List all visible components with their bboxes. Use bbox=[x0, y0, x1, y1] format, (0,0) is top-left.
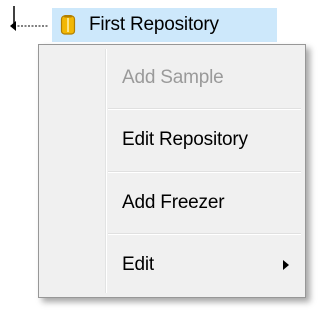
menu-separator bbox=[108, 171, 301, 173]
menu-item-label: Edit Repository bbox=[122, 129, 248, 150]
tree-node-label: First Repository bbox=[89, 14, 219, 35]
menu-item-label: Add Freezer bbox=[122, 192, 225, 213]
context-menu: Add Sample Edit Repository Add Freezer E… bbox=[38, 44, 306, 298]
menu-separator bbox=[108, 108, 301, 110]
menu-item-add-freezer[interactable]: Add Freezer bbox=[41, 174, 303, 232]
tree-node-first-repository[interactable]: First Repository bbox=[52, 8, 277, 42]
tree-connector-lines bbox=[10, 6, 48, 31]
menu-item-label: Edit bbox=[122, 254, 154, 275]
application-window: First Repository Add Sample Edit Reposit… bbox=[0, 0, 331, 316]
chevron-right-icon bbox=[283, 260, 289, 270]
menu-separator bbox=[108, 233, 301, 235]
repository-icon bbox=[60, 14, 76, 36]
menu-item-edit-repository[interactable]: Edit Repository bbox=[41, 111, 303, 169]
menu-item-label: Add Sample bbox=[122, 67, 224, 88]
tree-view: First Repository bbox=[0, 0, 331, 46]
menu-item-add-sample[interactable]: Add Sample bbox=[41, 49, 303, 107]
menu-item-edit[interactable]: Edit bbox=[41, 236, 303, 294]
